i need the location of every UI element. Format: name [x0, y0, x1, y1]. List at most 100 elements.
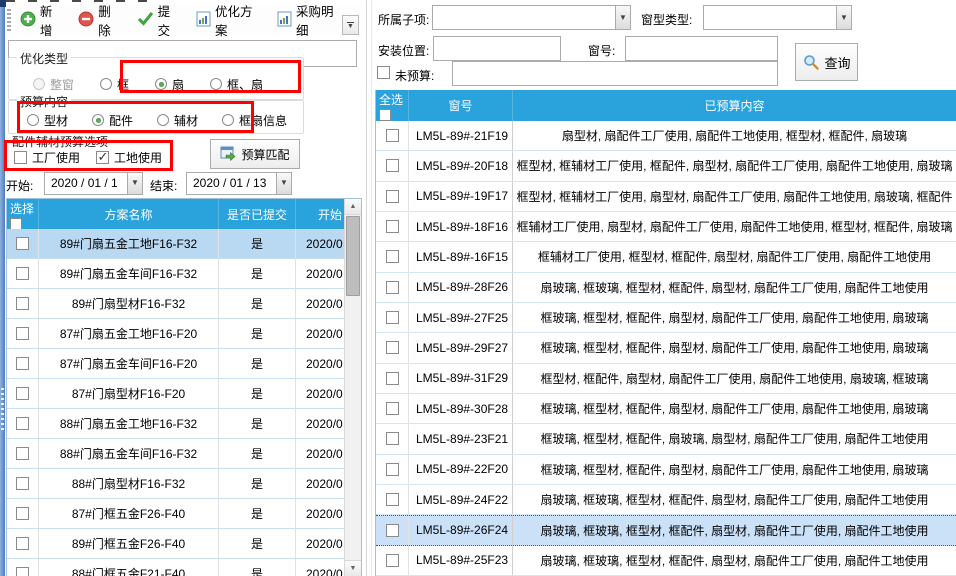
row-checkbox[interactable]	[386, 463, 399, 476]
checkbox-icon[interactable]	[96, 151, 109, 164]
install-pos-input[interactable]	[433, 36, 561, 61]
plan-table-row[interactable]: 89#门扇五金车间F16-F32 是 2020/0	[7, 259, 361, 289]
scroll-up-icon[interactable]: ▲	[345, 199, 361, 215]
radio-option[interactable]: 框	[100, 76, 129, 93]
radio-icon[interactable]	[157, 114, 169, 126]
plan-table-row[interactable]: 87#门扇五金车间F16-F20 是 2020/0	[7, 349, 361, 379]
row-checkbox[interactable]	[16, 237, 29, 250]
budget-table-row[interactable]: LM5L-89#-30F28 框玻璃, 框型材, 框配件, 扇型材, 扇配件工厂…	[376, 394, 956, 424]
panel-divider[interactable]	[366, 0, 367, 576]
row-checkbox[interactable]	[386, 524, 399, 537]
budget-table-row[interactable]: LM5L-89#-24F22 扇玻璃, 框玻璃, 框型材, 框配件, 扇型材, …	[376, 485, 956, 515]
radio-option[interactable]: 扇	[155, 76, 184, 93]
budget-table-row[interactable]: LM5L-89#-26F24 扇玻璃, 框玻璃, 框型材, 框配件, 扇型材, …	[376, 515, 956, 545]
row-checkbox[interactable]	[386, 341, 399, 354]
radio-icon[interactable]	[100, 78, 112, 90]
budget-table-row[interactable]: LM5L-89#-22F20 框玻璃, 框型材, 框配件, 扇型材, 扇配件工厂…	[376, 455, 956, 485]
budget-table-row[interactable]: LM5L-89#-19F17 框型材, 框辅材工厂使用, 扇型材, 扇配件工厂使…	[376, 182, 956, 212]
row-checkbox[interactable]	[386, 159, 399, 172]
budget-table-row[interactable]: LM5L-89#-18F16 框辅材工厂使用, 扇型材, 扇配件工厂使用, 扇配…	[376, 212, 956, 242]
budget-match-button[interactable]: 预算匹配	[210, 139, 300, 169]
radio-option[interactable]: 整窗	[33, 76, 74, 93]
plan-table-row[interactable]: 87#门框五金F26-F40 是 2020/0	[7, 499, 361, 529]
row-checkbox[interactable]	[16, 507, 29, 520]
plan-table-scrollbar[interactable]: ▲ ▼	[344, 199, 361, 576]
toolbar-button[interactable]: 删除	[73, 0, 125, 42]
row-checkbox[interactable]	[386, 129, 399, 142]
plan-table-row[interactable]: 89#门框五金F26-F40 是 2020/0	[7, 529, 361, 559]
radio-option[interactable]: 框、扇	[210, 76, 263, 93]
radio-icon[interactable]	[33, 78, 45, 90]
chevron-down-icon[interactable]: ▼	[127, 173, 142, 194]
window-type-combobox[interactable]: ▼	[703, 5, 852, 30]
radio-icon[interactable]	[155, 78, 167, 90]
budget-table-row[interactable]: LM5L-89#-21F19 扇型材, 扇配件工厂使用, 扇配件工地使用, 框型…	[376, 121, 956, 151]
budget-table-row[interactable]: LM5L-89#-25F23 扇玻璃, 框玻璃, 框型材, 框配件, 扇型材, …	[376, 546, 956, 576]
toolbar-button[interactable]: 新增	[15, 0, 67, 42]
checkbox-option[interactable]: 工地使用	[96, 149, 162, 166]
plan-table-row[interactable]: 88#门扇五金车间F16-F32 是 2020/0	[7, 439, 361, 469]
chevron-down-icon[interactable]: ▼	[836, 6, 851, 29]
toolbar-button[interactable]: 提交	[132, 0, 185, 42]
window-no-input[interactable]	[625, 36, 778, 61]
plan-table-row[interactable]: 88#门框五金F21-F40 是 2020/0	[7, 559, 361, 576]
row-checkbox[interactable]	[16, 417, 29, 430]
toolbar-grip-icon[interactable]	[7, 9, 11, 31]
plan-table-row[interactable]: 88#门扇五金工地F16-F32 是 2020/0	[7, 409, 361, 439]
row-checkbox[interactable]	[16, 477, 29, 490]
row-checkbox[interactable]	[386, 372, 399, 385]
plan-table-row[interactable]: 87#门扇型材F16-F20 是 2020/0	[7, 379, 361, 409]
splitter-grip-icon[interactable]	[1, 388, 4, 430]
left-edge-panel-strip[interactable]	[0, 0, 5, 576]
budget-table-row[interactable]: LM5L-89#-20F18 框型材, 框辅材工厂使用, 框配件, 扇型材, 扇…	[376, 151, 956, 181]
row-checkbox[interactable]	[16, 387, 29, 400]
plan-table-row[interactable]: 89#门扇型材F16-F32 是 2020/0	[7, 289, 361, 319]
no-budget-input[interactable]	[452, 61, 778, 86]
row-checkbox[interactable]	[16, 537, 29, 550]
row-checkbox[interactable]	[16, 567, 29, 576]
budget-table-row[interactable]: LM5L-89#-31F29 框型材, 框配件, 扇型材, 扇配件工厂使用, 扇…	[376, 364, 956, 394]
row-checkbox[interactable]	[386, 281, 399, 294]
plan-table-row[interactable]: 87#门扇五金工地F16-F20 是 2020/0	[7, 319, 361, 349]
radio-option[interactable]: 配件	[92, 112, 133, 129]
checkbox-option[interactable]: 工厂使用	[14, 149, 80, 166]
row-checkbox[interactable]	[386, 190, 399, 203]
radio-option[interactable]: 框扇信息	[222, 112, 287, 129]
checkbox-icon[interactable]	[14, 151, 27, 164]
budget-table-row[interactable]: LM5L-89#-27F25 框玻璃, 框型材, 框配件, 扇型材, 扇配件工厂…	[376, 303, 956, 333]
toolbar-button[interactable]: 优化方案	[191, 0, 266, 42]
radio-option[interactable]: 型材	[27, 112, 68, 129]
row-checkbox[interactable]	[16, 447, 29, 460]
row-checkbox[interactable]	[16, 327, 29, 340]
radio-icon[interactable]	[27, 114, 39, 126]
radio-icon[interactable]	[210, 78, 222, 90]
chevron-down-icon[interactable]: ▼	[276, 173, 291, 194]
row-checkbox[interactable]	[386, 220, 399, 233]
select-all-checkbox[interactable]	[379, 109, 391, 121]
budget-table-row[interactable]: LM5L-89#-16F15 框辅材工厂使用, 框型材, 框配件, 扇型材, 扇…	[376, 242, 956, 272]
scrollbar-thumb[interactable]	[346, 216, 360, 296]
plan-table-row[interactable]: 89#门扇五金工地F16-F32 是 2020/0	[7, 229, 361, 259]
row-checkbox[interactable]	[386, 402, 399, 415]
budget-table-row[interactable]: LM5L-89#-28F26 扇玻璃, 框玻璃, 框型材, 框配件, 扇型材, …	[376, 273, 956, 303]
row-checkbox[interactable]	[16, 297, 29, 310]
select-all-checkbox[interactable]	[10, 218, 22, 229]
row-checkbox[interactable]	[16, 267, 29, 280]
toolbar-overflow-button[interactable]: ▼	[342, 15, 359, 35]
no-budget-checkbox[interactable]	[377, 66, 390, 79]
radio-icon[interactable]	[222, 114, 234, 126]
date-start-picker[interactable]: 2020 / 01 / 1 ▼	[44, 172, 143, 195]
row-checkbox[interactable]	[16, 357, 29, 370]
radio-icon[interactable]	[92, 114, 104, 126]
row-checkbox[interactable]	[386, 554, 399, 567]
budget-table-row[interactable]: LM5L-89#-29F27 框玻璃, 框型材, 框配件, 扇型材, 扇配件工厂…	[376, 333, 956, 363]
budget-table-row[interactable]: LM5L-89#-23F21 框玻璃, 框型材, 框配件, 扇玻璃, 扇型材, …	[376, 424, 956, 454]
date-end-picker[interactable]: 2020 / 01 / 13 ▼	[186, 172, 292, 195]
search-button[interactable]: 查询	[795, 43, 858, 81]
plan-table-row[interactable]: 88#门扇型材F16-F32 是 2020/0	[7, 469, 361, 499]
row-checkbox[interactable]	[386, 250, 399, 263]
row-checkbox[interactable]	[386, 493, 399, 506]
radio-option[interactable]: 辅材	[157, 112, 198, 129]
scroll-down-icon[interactable]: ▼	[345, 560, 361, 576]
row-checkbox[interactable]	[386, 432, 399, 445]
